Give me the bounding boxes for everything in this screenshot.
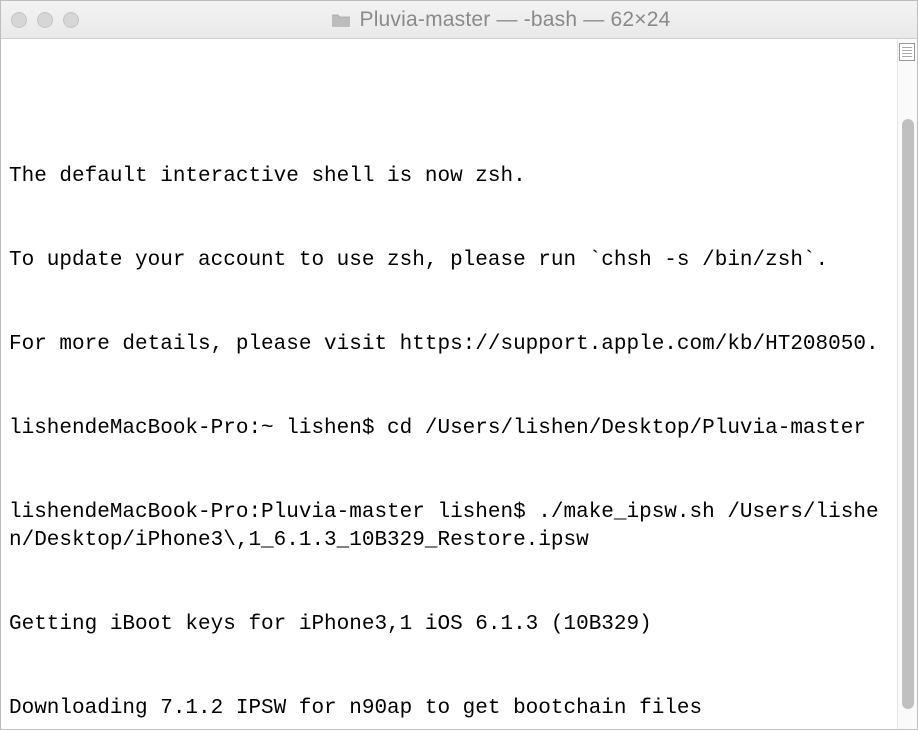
terminal-output[interactable]: The default interactive shell is now zsh… <box>1 39 897 729</box>
title-center: Pluvia-master — -bash — 62×24 <box>95 8 907 32</box>
terminal-line: For more details, please visit https://s… <box>9 331 889 359</box>
terminal-line: lishendeMacBook-Pro:Pluvia-master lishen… <box>9 499 889 555</box>
window-title: Pluvia-master — -bash — 62×24 <box>359 8 670 32</box>
scrollbar-thumb[interactable] <box>902 119 914 709</box>
terminal-line: Downloading 7.1.2 IPSW for n90ap to get … <box>9 695 889 723</box>
minimize-icon[interactable] <box>37 12 53 28</box>
scrollbar[interactable] <box>897 39 917 729</box>
terminal-line: To update your account to use zsh, pleas… <box>9 247 889 275</box>
folder-icon <box>331 12 351 28</box>
page-marker-icon <box>899 43 915 61</box>
zoom-icon[interactable] <box>63 12 79 28</box>
terminal-line: The default interactive shell is now zsh… <box>9 163 889 191</box>
terminal-line: Getting iBoot keys for iPhone3,1 iOS 6.1… <box>9 611 889 639</box>
close-icon[interactable] <box>11 12 27 28</box>
window-body: The default interactive shell is now zsh… <box>1 39 917 729</box>
titlebar[interactable]: Pluvia-master — -bash — 62×24 <box>1 1 917 39</box>
terminal-line: lishendeMacBook-Pro:~ lishen$ cd /Users/… <box>9 415 889 443</box>
window-controls <box>11 12 79 28</box>
terminal-window: Pluvia-master — -bash — 62×24 The defaul… <box>0 0 918 730</box>
